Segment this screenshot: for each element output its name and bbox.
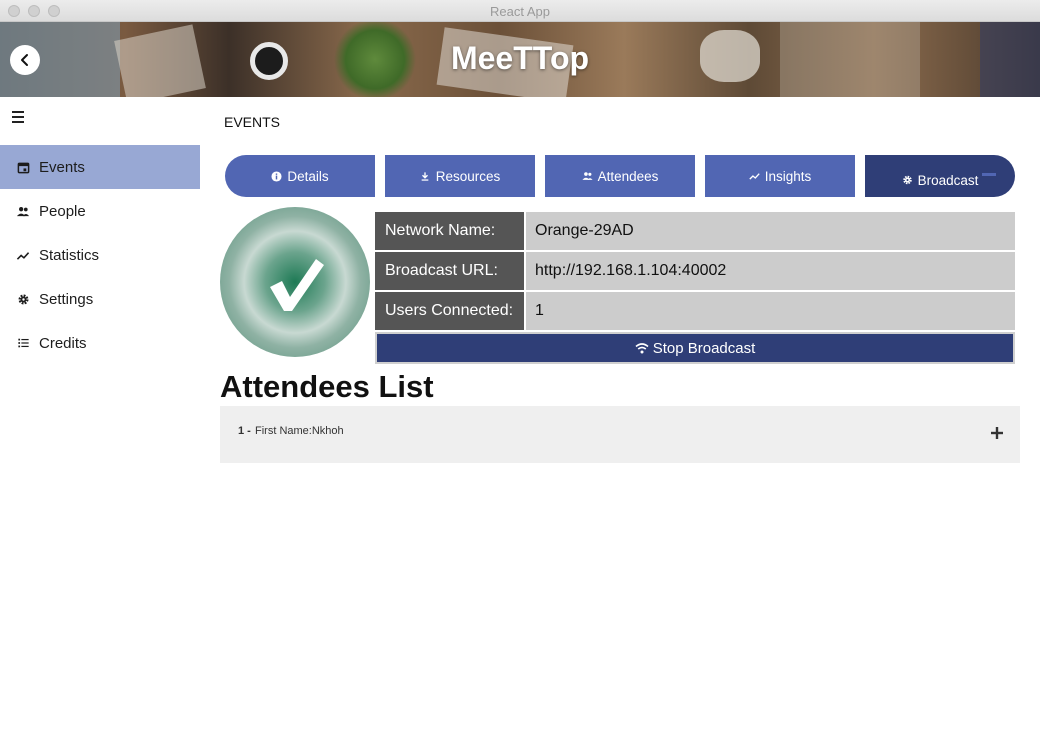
tab-label: Resources — [435, 168, 501, 184]
info-value: Orange-29AD — [526, 212, 1015, 250]
tab-label: Broadcast — [917, 172, 979, 188]
hamburger-icon[interactable] — [12, 111, 26, 123]
tab-label: Attendees — [597, 168, 659, 184]
title-bar: React App — [0, 0, 1040, 22]
sidebar-item-statistics[interactable]: Statistics — [0, 233, 200, 277]
people-icon — [581, 171, 593, 182]
gear-icon — [16, 292, 30, 306]
plus-icon[interactable] — [990, 426, 1004, 440]
tab-attendees[interactable]: Attendees — [545, 155, 695, 197]
trending-up-icon — [16, 248, 30, 262]
tab-broadcast[interactable]: Broadcast — [865, 155, 1015, 197]
tab-resources[interactable]: Resources — [385, 155, 535, 197]
info-key: Broadcast URL: — [375, 252, 524, 290]
header-banner: MeeTTop — [0, 22, 1040, 97]
sidebar-item-label: Settings — [39, 290, 94, 308]
info-key: Network Name: — [375, 212, 524, 250]
info-icon — [271, 170, 282, 182]
people-icon — [16, 204, 30, 218]
checkmark-icon — [270, 259, 324, 311]
tab-details[interactable]: Details — [225, 155, 375, 197]
list-icon — [16, 336, 30, 350]
info-row-users-connected: Users Connected: 1 — [375, 292, 1015, 330]
tab-insights[interactable]: Insights — [705, 155, 855, 197]
list-item[interactable]: 1 - First Name:Nkhoh — [220, 406, 1020, 463]
sidebar-item-credits[interactable]: Credits — [0, 321, 200, 365]
tab-label: Insights — [764, 168, 812, 184]
wifi-icon — [635, 343, 649, 354]
sidebar-item-events[interactable]: Events — [0, 145, 200, 189]
calendar-icon — [16, 160, 30, 174]
info-row-network-name: Network Name: Orange-29AD — [375, 212, 1015, 250]
info-key: Users Connected: — [375, 292, 524, 330]
sidebar: Events People Statistics Settings Credit… — [0, 97, 200, 738]
attendee-name: First Name:Nkhoh — [255, 425, 344, 437]
app-window: React App MeeTTop Events People Statisti… — [0, 0, 1040, 738]
attendee-number: 1 - — [238, 425, 251, 437]
stop-broadcast-label: Stop Broadcast — [652, 339, 756, 357]
trending-up-icon — [749, 171, 760, 182]
window-title: React App — [490, 4, 550, 19]
gear-icon — [902, 175, 913, 186]
info-row-broadcast-url: Broadcast URL: http://192.168.1.104:4000… — [375, 252, 1015, 290]
tab-indicator — [982, 173, 996, 176]
info-value: http://192.168.1.104:40002 — [526, 252, 1015, 290]
sidebar-item-label: Statistics — [39, 246, 100, 264]
stop-broadcast-button[interactable]: Stop Broadcast — [375, 332, 1015, 364]
page-title: EVENTS — [224, 114, 281, 130]
app-name: MeeTTop — [450, 40, 590, 76]
sidebar-item-label: People — [39, 202, 86, 220]
download-icon — [420, 171, 431, 182]
sidebar-item-people[interactable]: People — [0, 189, 200, 233]
sidebar-item-settings[interactable]: Settings — [0, 277, 200, 321]
broadcast-status-indicator — [220, 207, 370, 357]
attendees-list-title: Attendees List — [220, 369, 434, 404]
info-value: 1 — [526, 292, 1015, 330]
tab-label: Details — [287, 168, 329, 184]
sidebar-item-label: Events — [39, 158, 85, 176]
sidebar-item-label: Credits — [39, 334, 87, 352]
